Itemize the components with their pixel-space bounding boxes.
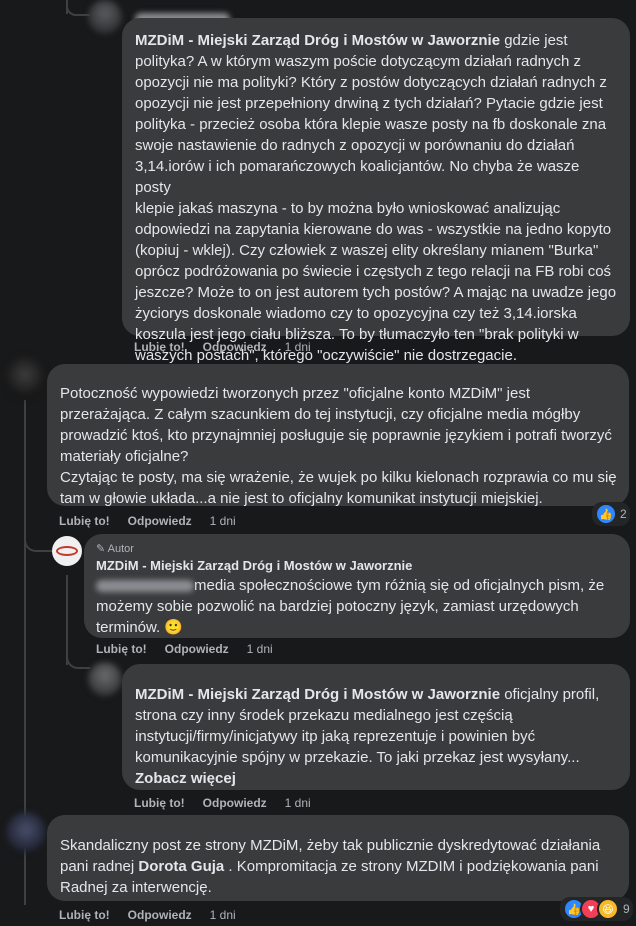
thread-line-reply2-curve xyxy=(66,645,90,669)
thread-line-reply1-curve xyxy=(24,530,52,552)
timestamp[interactable]: 1 dni xyxy=(285,340,311,354)
like-button[interactable]: Lubię to! xyxy=(96,642,147,656)
comment-text: MZDiM - Miejski Zarząd Dróg i Mostów w J… xyxy=(135,686,600,787)
haha-reaction-icon: 😆 xyxy=(597,898,619,920)
reaction-summary[interactable]: 👍 2 xyxy=(592,502,630,526)
like-button[interactable]: Lubię to! xyxy=(134,796,185,810)
page-name-link[interactable]: MZDiM - Miejski Zarząd Dróg i Mostów w J… xyxy=(135,686,500,703)
comment-text: Skandaliczny post ze strony MZDiM, żeby … xyxy=(60,837,601,896)
avatar[interactable] xyxy=(6,812,46,852)
avatar[interactable] xyxy=(4,356,46,398)
comment-text: Potoczność wypowiedzi tworzonych przez "… xyxy=(60,385,617,507)
comment-text: MZDiM - Miejski Zarząd Dróg i Mostów w J… xyxy=(135,32,617,364)
comment-text: media społecznościowe tym różnią się od … xyxy=(96,577,605,636)
like-button[interactable]: Lubię to! xyxy=(59,908,110,922)
timestamp[interactable]: 1 dni xyxy=(247,642,273,656)
mentioned-user-link[interactable]: Dorota Guja xyxy=(138,858,224,875)
like-button[interactable]: Lubię to! xyxy=(134,340,185,354)
reaction-count: 9 xyxy=(623,902,630,916)
reaction-summary[interactable]: 👍 ♥ 😆 9 xyxy=(560,897,633,921)
comment-bubble: MZDiM - Miejski Zarząd Dróg i Mostów w J… xyxy=(122,18,630,364)
comment-actions: Lubię to! Odpowiedz 1 dni xyxy=(134,796,329,810)
reply-button[interactable]: Odpowiedz xyxy=(128,908,192,922)
like-reaction-icon: 👍 xyxy=(595,503,617,525)
comment-bubble: Potoczność wypowiedzi tworzonych przez "… xyxy=(47,364,629,507)
reply-button[interactable]: Odpowiedz xyxy=(128,514,192,528)
pencil-icon: ✎ xyxy=(96,543,106,555)
page-name-link[interactable]: MZDiM - Miejski Zarząd Dróg i Mostów w J… xyxy=(96,557,618,575)
reply-button[interactable]: Odpowiedz xyxy=(165,642,229,656)
comment-actions: Lubię to! Odpowiedz 1 dni xyxy=(59,908,254,922)
thread-line-top-curve xyxy=(66,0,90,16)
reply-button[interactable]: Odpowiedz xyxy=(203,796,267,810)
timestamp[interactable]: 1 dni xyxy=(210,514,236,528)
author-badge: ✎ Autor xyxy=(96,543,134,555)
timestamp[interactable]: 1 dni xyxy=(210,908,236,922)
comment-actions: Lubię to! Odpowiedz 1 dni xyxy=(96,642,291,656)
comment-bubble: ✎ Autor MZDiM - Miejski Zarząd Dróg i Mo… xyxy=(84,534,630,638)
avatar[interactable] xyxy=(88,662,122,696)
comment-actions: Lubię to! Odpowiedz 1 dni xyxy=(59,514,254,528)
like-button[interactable]: Lubię to! xyxy=(59,514,110,528)
mentioned-name-blurred[interactable] xyxy=(96,580,194,593)
see-more-link[interactable]: Zobacz więcej xyxy=(135,770,236,787)
smile-emoji-icon: 🙂 xyxy=(164,619,184,636)
page-name-link[interactable]: MZDiM - Miejski Zarząd Dróg i Mostów w J… xyxy=(135,32,500,49)
reply-button[interactable]: Odpowiedz xyxy=(203,340,267,354)
comment-bubble: Skandaliczny post ze strony MZDiM, żeby … xyxy=(47,815,629,901)
timestamp[interactable]: 1 dni xyxy=(285,796,311,810)
reaction-count: 2 xyxy=(620,507,627,521)
page-avatar[interactable] xyxy=(52,536,82,566)
avatar[interactable] xyxy=(88,0,122,34)
comment-bubble: MZDiM - Miejski Zarząd Dróg i Mostów w J… xyxy=(122,664,630,790)
mzdim-logo-icon xyxy=(56,546,78,556)
comment-actions: Lubię to! Odpowiedz 1 dni xyxy=(134,340,329,354)
